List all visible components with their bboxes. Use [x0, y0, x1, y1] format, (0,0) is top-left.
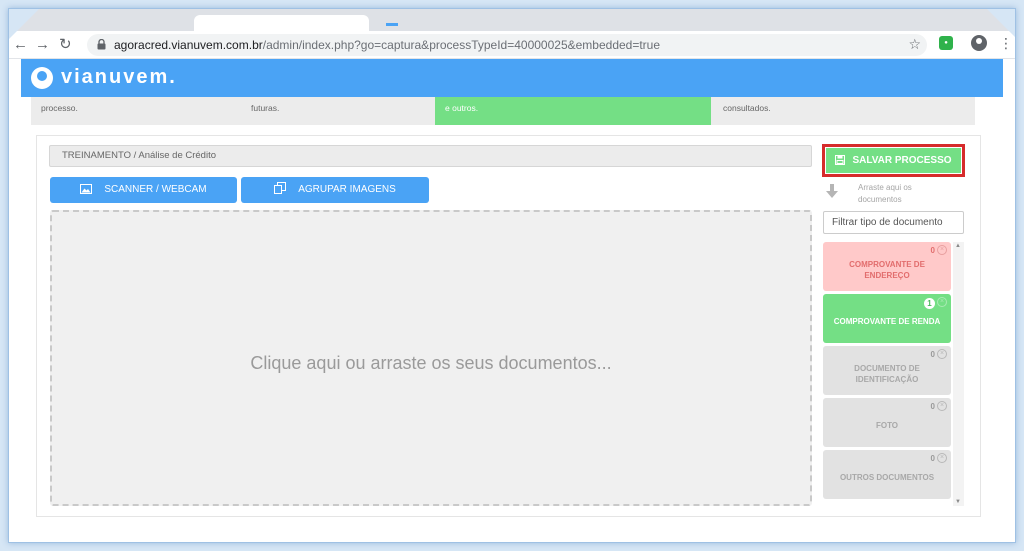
- save-process-button[interactable]: SALVAR PROCESSO: [826, 148, 961, 173]
- arrow-down-icon: [826, 184, 838, 198]
- doc-label: OUTROS DOCUMENTOS: [839, 473, 935, 482]
- page-curl-right: [987, 9, 1015, 37]
- group-images-button[interactable]: AGRUPAR IMAGENS: [241, 177, 429, 203]
- step-text: e outros.: [445, 103, 479, 113]
- drag-hint: Arraste aqui os documentos: [822, 180, 962, 206]
- doc-list-scrollbar[interactable]: ▲ ▼: [953, 242, 964, 506]
- image-icon: [80, 184, 93, 194]
- extension-icon[interactable]: ●: [939, 36, 953, 50]
- browser-tabstrip: [9, 9, 1015, 31]
- brand-name: vianuvem.: [61, 66, 177, 88]
- step-item-active: e outros.: [435, 97, 711, 125]
- scanner-button-label: SCANNER / WEBCAM: [104, 184, 207, 195]
- step-item: consultados.: [713, 97, 975, 125]
- url-path: /admin/index.php?go=captura&processTypeI…: [262, 38, 661, 52]
- scroll-up-icon[interactable]: ▲: [955, 243, 961, 249]
- doc-label: COMPROVANTE DE RENDA: [833, 317, 941, 326]
- app-header: vianuvem.: [21, 59, 1003, 97]
- doc-label: COMPROVANTE DE ENDEREÇO: [849, 259, 925, 280]
- step-item: processo.: [31, 97, 231, 125]
- drag-hint-text: Arraste aqui os documentos: [858, 183, 912, 204]
- tab-favicon-icon: [386, 23, 398, 26]
- url-text: agoracred.vianuvem.com.br/admin/index.ph…: [114, 38, 660, 52]
- doc-label: DOCUMENTO DE IDENTIFICAÇÃO: [854, 363, 920, 384]
- browser-toolbar: ← → ↻ agoracred.vianuvem.com.br/admin/in…: [9, 31, 1015, 59]
- brand-logo-icon: [31, 67, 53, 89]
- profile-avatar-icon[interactable]: [971, 35, 987, 51]
- dropzone-text: Clique aqui ou arraste os seus documento…: [250, 353, 612, 373]
- breadcrumb: TREINAMENTO / Análise de Crédito: [49, 145, 812, 167]
- browser-tab-active[interactable]: [194, 15, 398, 31]
- doc-type-documento-identificacao[interactable]: 0 × DOCUMENTO DE IDENTIFICAÇÃO: [823, 346, 951, 395]
- url-host: agoracred.vianuvem.com.br: [114, 38, 263, 52]
- doc-type-comprovante-endereco[interactable]: 0 × COMPROVANTE DE ENDEREÇO: [823, 242, 951, 291]
- address-bar[interactable]: agoracred.vianuvem.com.br/admin/index.ph…: [87, 34, 927, 56]
- step-text: processo.: [41, 103, 78, 113]
- step-item: futuras.: [241, 97, 431, 125]
- step-text: consultados.: [723, 103, 771, 113]
- document-type-list: 0 × COMPROVANTE DE ENDEREÇO 1 × COMPROVA…: [823, 242, 964, 506]
- bookmark-star-icon[interactable]: ☆: [908, 36, 921, 53]
- scroll-down-icon[interactable]: ▼: [955, 499, 961, 505]
- doc-type-outros-documentos[interactable]: 0 × OUTROS DOCUMENTOS: [823, 450, 951, 499]
- floppy-disk-icon: [835, 155, 846, 165]
- reload-icon[interactable]: ↻: [59, 36, 72, 54]
- save-button-label: SALVAR PROCESSO: [852, 155, 952, 166]
- doc-type-foto[interactable]: 0 × FOTO: [823, 398, 951, 447]
- lock-icon: [97, 39, 106, 50]
- scanner-webcam-button[interactable]: SCANNER / WEBCAM: [50, 177, 237, 203]
- screenshot-frame: ← → ↻ agoracred.vianuvem.com.br/admin/in…: [8, 8, 1016, 543]
- browser-menu-icon[interactable]: ⋮: [999, 35, 1013, 51]
- document-type-filter-input[interactable]: [823, 211, 964, 234]
- step-text: futuras.: [251, 103, 280, 113]
- copy-icon: [274, 182, 287, 194]
- save-highlight-box: SALVAR PROCESSO: [822, 144, 965, 177]
- doc-type-comprovante-renda[interactable]: 1 × COMPROVANTE DE RENDA: [823, 294, 951, 343]
- page-curl-left: [9, 9, 39, 39]
- document-dropzone[interactable]: Clique aqui ou arraste os seus documento…: [50, 210, 812, 506]
- group-button-label: AGRUPAR IMAGENS: [298, 184, 396, 195]
- doc-label: FOTO: [875, 421, 899, 430]
- process-steps: processo. futuras. e outros. consultados…: [31, 97, 975, 125]
